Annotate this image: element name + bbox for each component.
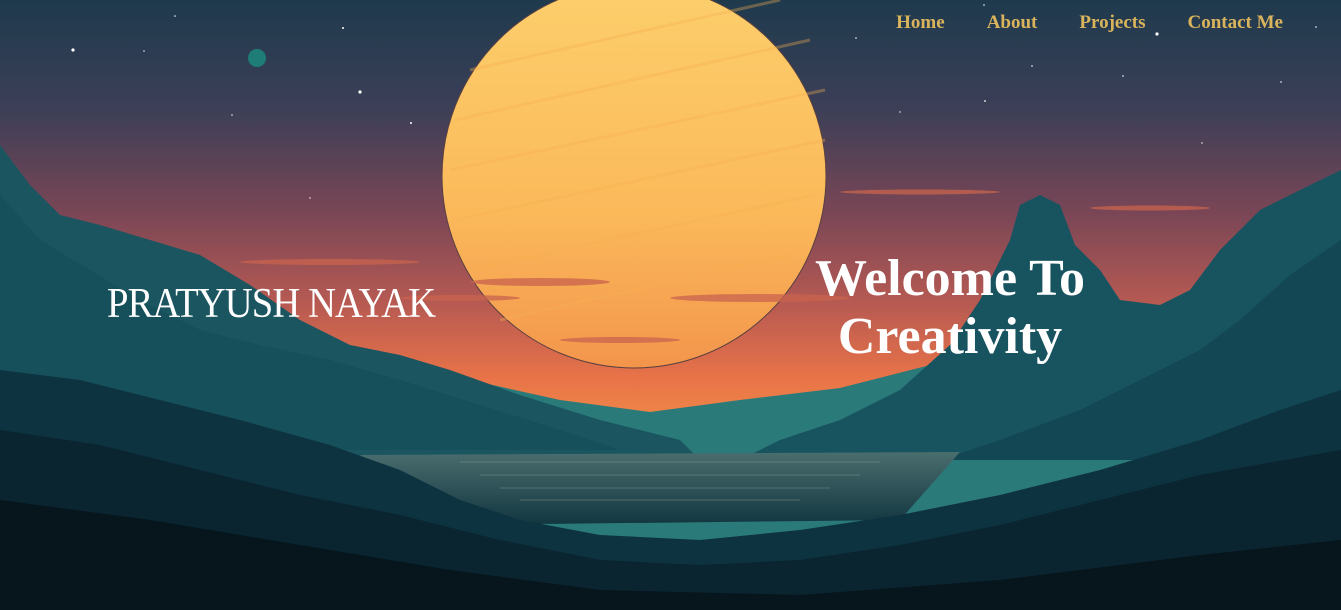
- nav-link-about[interactable]: About: [987, 10, 1038, 36]
- welcome-heading: Welcome To Creativity: [790, 250, 1110, 366]
- welcome-line-1: Welcome To: [814, 250, 1086, 307]
- brand-name: PRATYUSH NAYAK: [107, 281, 436, 327]
- nav-link-projects[interactable]: Projects: [1079, 10, 1145, 36]
- sun-icon: [441, 0, 827, 369]
- top-nav: Home About Projects Contact Me: [896, 10, 1283, 36]
- welcome-line-2: Creativity: [837, 308, 1063, 365]
- small-planet-icon: [248, 49, 266, 67]
- hero-section: Home About Projects Contact Me PRATYUSH …: [0, 0, 1341, 610]
- nav-link-home[interactable]: Home: [896, 10, 945, 36]
- nav-link-contact[interactable]: Contact Me: [1188, 10, 1284, 36]
